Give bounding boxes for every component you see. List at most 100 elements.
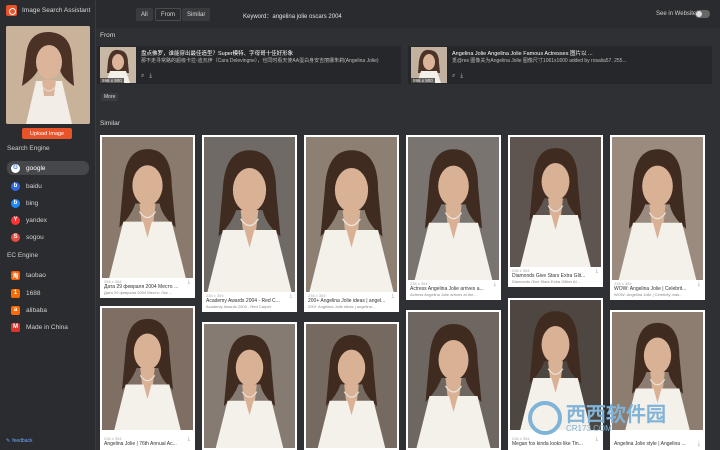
download-icon[interactable]: ⤓ (698, 281, 700, 287)
app-logo-icon (6, 4, 17, 16)
top-bar: All From Similar Keyword：angelina jolie … (96, 0, 720, 28)
engine-baidu[interactable]: b baidu (7, 179, 89, 193)
engine-bing[interactable]: b bing (7, 196, 89, 210)
taobao-icon: 淘 (11, 270, 20, 280)
engine-label: sogou (26, 233, 44, 241)
upload-image-button[interactable]: Upload Image (22, 128, 72, 139)
keyword-display: Keyword：angelina jolie oscars 2004 (243, 11, 342, 20)
google-icon: G (11, 163, 20, 173)
watermark-text: 西西软件园 (566, 401, 666, 426)
card-subtitle: Actress Angelina Jolie arrives at the... (410, 292, 477, 297)
similar-image-photo (204, 324, 295, 448)
similar-image-card[interactable] (304, 322, 399, 450)
download-icon[interactable]: ⤓ (596, 268, 598, 274)
card-title[interactable]: Angelina Jolie | 76th Annual Ac... (104, 441, 191, 447)
download-icon[interactable]: ⤓ (290, 293, 292, 299)
ec-engine-1688[interactable]: 1 1688 (7, 286, 89, 300)
similar-image-card[interactable]: 236 x 354 WOW: Angelina Jolie | Celebrit.… (610, 135, 705, 300)
similar-image-photo (408, 312, 499, 448)
similar-image-photo (204, 137, 295, 292)
image-size-badge: 596 x 900 (100, 78, 124, 83)
image-size-badge: 596 x 900 (411, 78, 435, 83)
from-result-description: 那不走寻常路的超级卡拉-迪瓦伊（Cara Delevingne），也同时看天使A… (141, 58, 379, 64)
feedback-label: feedback (12, 438, 33, 444)
more-button[interactable]: More (101, 93, 119, 101)
from-result-description: 觅@res 图像关为Angelina Jolie 图像尺寸1061x1600 a… (452, 58, 627, 64)
similar-image-photo (102, 308, 193, 430)
engine-label: 1688 (26, 289, 41, 297)
from-result-actions: ⌕ ⤓ (141, 73, 152, 80)
alibaba-icon: a (11, 305, 20, 315)
zoom-icon[interactable]: ⌕ (452, 73, 455, 80)
from-thumbnail[interactable]: 596 x 900 (100, 47, 136, 83)
similar-image-card[interactable]: 236 x 354 Diamonds Give Stars Extra Glit.… (508, 135, 603, 287)
ec-engine-taobao[interactable]: 淘 taobao (7, 268, 89, 282)
download-icon[interactable]: ⤓ (149, 73, 152, 80)
app-window: Image Search Assistant Upload Image Sear… (0, 0, 720, 450)
sogou-icon: S (11, 232, 20, 242)
bing-icon: b (11, 198, 20, 208)
similar-image-card[interactable]: 236 x 354 Angelina Jolie | 76th Annual Ac… (100, 306, 195, 450)
engine-label: google (26, 164, 46, 172)
card-title[interactable]: Megan fox kinda looks like Tin... (512, 441, 599, 447)
watermark-logo-icon (528, 401, 562, 435)
feedback-link[interactable]: ✎ feedback (6, 438, 33, 444)
site-watermark: 西西软件园 CR173.COM (528, 396, 698, 440)
similar-image-card[interactable] (202, 322, 297, 450)
sidebar: Image Search Assistant Upload Image Sear… (0, 0, 96, 450)
download-icon[interactable]: ⤓ (460, 73, 463, 80)
download-icon[interactable]: ⤓ (494, 281, 496, 287)
download-icon[interactable]: ⤓ (698, 441, 700, 447)
see-in-website-toggle[interactable] (695, 10, 710, 18)
brand: Image Search Assistant (0, 0, 95, 20)
tab-from[interactable]: From (155, 8, 181, 21)
card-subtitle: WOW: Angelina Jolie | Celebrity mak... (614, 292, 683, 297)
download-icon[interactable]: ⤓ (188, 279, 190, 285)
ec-engine-made-in-china[interactable]: M Made in China (7, 320, 89, 334)
engine-label: alibaba (26, 306, 47, 314)
uploaded-image-preview[interactable] (6, 26, 90, 124)
card-subtitle: Academy Awards 2004 - Red Carpet (206, 304, 271, 309)
card-subtitle: Diamonds Give Stars Extra Glitter At ... (512, 279, 582, 284)
tab-similar[interactable]: Similar (182, 8, 211, 21)
tab-all[interactable]: All (136, 8, 153, 21)
engine-label: yandex (26, 216, 47, 224)
similar-image-photo (510, 137, 601, 267)
see-in-website-label: See in Website: (656, 11, 698, 17)
card-caption: 236 x 354 Actress Angelina Jolie arrives … (408, 280, 499, 298)
similar-image-card[interactable]: 236 x 354 Actress Angelina Jolie arrives … (406, 135, 501, 300)
card-caption: 236 x 354 200+ Angelina Jolie ideas | ang… (306, 292, 397, 310)
engine-label: Made in China (26, 323, 68, 331)
similar-image-photo (612, 137, 703, 280)
from-result-title[interactable]: Angelina Jolie Angelina Jolie Famous Act… (452, 49, 707, 57)
keyword-value: angelina jolie oscars 2004 (272, 14, 342, 20)
from-thumbnail[interactable]: 596 x 900 (411, 47, 447, 83)
card-caption: 256 x 384 Дата 29 февраля 2004 Место ... Д… (102, 278, 193, 296)
card-subtitle: 200+ Angelina Jolie ideas | angelina... (308, 304, 376, 309)
1688-icon: 1 (11, 288, 20, 298)
similar-image-photo (102, 137, 193, 278)
feedback-icon: ✎ (6, 438, 11, 444)
similar-image-card[interactable]: 256 x 384 Дата 29 февраля 2004 Место ... Д… (100, 135, 195, 298)
from-heading: From (100, 32, 116, 39)
similar-image-photo (408, 137, 499, 280)
zoom-icon[interactable]: ⌕ (141, 73, 144, 80)
engine-google[interactable]: G google (7, 161, 89, 175)
card-title[interactable]: Angelina Jolie style | Angelina ... (614, 441, 701, 447)
engine-yandex[interactable]: Y yandex (7, 213, 89, 227)
ec-engine-alibaba[interactable]: a alibaba (7, 303, 89, 317)
engine-sogou[interactable]: S sogou (7, 230, 89, 244)
from-result-actions: ⌕ ⤓ (452, 73, 463, 80)
download-icon[interactable]: ⤓ (188, 436, 190, 442)
download-icon[interactable]: ⤓ (392, 293, 394, 299)
similar-image-card[interactable]: 236 x 354 Academy Awards 2004 - Red C... A… (202, 135, 297, 312)
baidu-icon: b (11, 181, 20, 191)
from-result-2[interactable]: 596 x 900 Angelina Jolie Angelina Jolie … (408, 46, 712, 84)
from-result-1[interactable]: 596 x 900 盘点佛罗，谁能穿出最佳造型？Super模特、字母哥十佳好形象… (97, 46, 401, 84)
engine-label: taobao (26, 271, 46, 279)
similar-image-card[interactable]: 236 x 354 200+ Angelina Jolie ideas | ang… (304, 135, 399, 312)
similar-image-card[interactable] (406, 310, 501, 450)
search-engine-heading: Search Engine (7, 145, 50, 152)
made-in-china-icon: M (11, 322, 20, 332)
from-result-title[interactable]: 盘点佛罗，谁能穿出最佳造型？Super模特、字母哥十佳好形象 (141, 49, 396, 57)
